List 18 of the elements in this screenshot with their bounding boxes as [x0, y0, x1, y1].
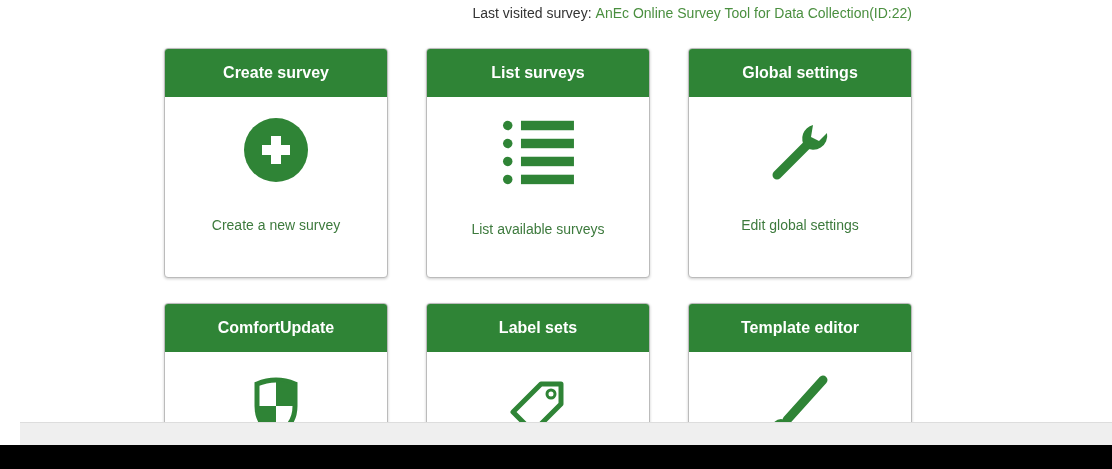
card-title: ComfortUpdate — [165, 304, 387, 352]
card-title: List surveys — [427, 49, 649, 97]
menu-card[interactable]: List surveys List available surveys — [426, 48, 650, 278]
card-description: Create a new survey — [211, 217, 341, 233]
card-description: List available surveys — [471, 221, 605, 237]
card-title: Create survey — [165, 49, 387, 97]
card-description: Edit global settings — [741, 217, 859, 233]
menu-card[interactable]: Create survey Create a new survey — [164, 48, 388, 278]
menu-card[interactable]: Label sets — [426, 303, 650, 422]
survey-link[interactable]: AnEc Online Survey Tool for Data Collection(ID:22) — [595, 5, 912, 48]
menu-card[interactable]: Global settings Edit global settings — [688, 48, 912, 278]
card-title: Global settings — [689, 49, 911, 97]
plus-circle-icon — [243, 117, 309, 183]
menu-card[interactable]: ComfortUpdate — [164, 303, 388, 422]
card-title: Label sets — [427, 304, 649, 352]
last-visited-label: Last visited survey: — [472, 5, 592, 23]
card-title: Template editor — [689, 304, 911, 352]
menu-card[interactable]: Template editor — [688, 303, 912, 422]
